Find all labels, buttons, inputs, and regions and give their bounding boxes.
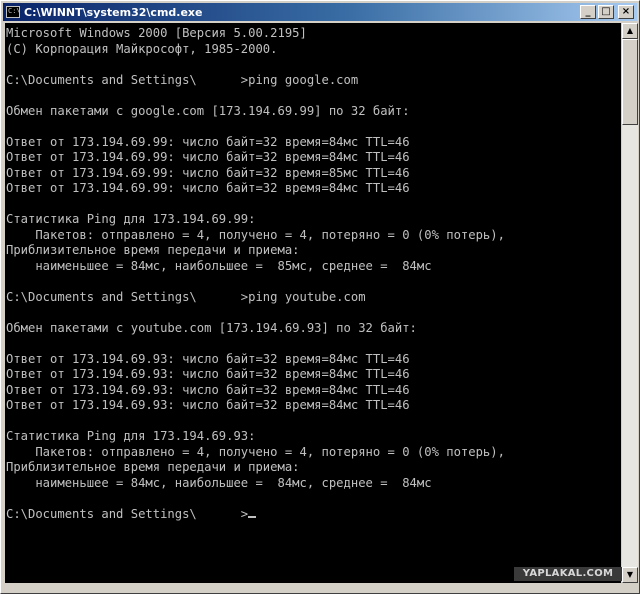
console-line: C:\Documents and Settings\ >ping google.… [6,72,359,87]
console-text: Microsoft Windows 2000 [Версия 5.00.2195… [5,23,621,522]
console-line: C:\Documents and Settings\ >ping youtube… [6,289,366,304]
console-line: Пакетов: отправлено = 4, получено = 4, п… [6,444,505,459]
scroll-down-arrow-icon[interactable]: ▼ [622,567,638,583]
console-line: Пакетов: отправлено = 4, получено = 4, п… [6,227,505,242]
console-output-area[interactable]: Microsoft Windows 2000 [Версия 5.00.2195… [5,23,621,583]
maximize-button[interactable]: □ [598,5,614,19]
console-line: Обмен пакетами с google.com [173.194.69.… [6,103,410,118]
console-line: Обмен пакетами с youtube.com [173.194.69… [6,320,417,335]
console-line: Ответ от 173.194.69.93: число байт=32 вр… [6,367,410,381]
scroll-up-arrow-icon[interactable]: ▲ [622,23,638,39]
console-line: Ответ от 173.194.69.99: число байт=32 вр… [6,181,410,195]
console-line: Приблизительное время передачи и приема: [6,243,300,257]
console-line: Ответ от 173.194.69.93: число байт=32 вр… [6,398,410,412]
console-line: C:\Documents and Settings\ > [6,506,249,521]
console-line: Ответ от 173.194.69.99: число байт=32 вр… [6,165,410,180]
cmd-icon[interactable]: C:\ [6,6,20,18]
console-line: Ответ от 173.194.69.99: число байт=32 вр… [6,134,410,149]
console-line: Ответ от 173.194.69.99: число байт=32 вр… [6,150,410,164]
vertical-scrollbar[interactable]: ▲ ▼ [622,23,638,583]
text-cursor [248,515,257,518]
scrollbar-thumb[interactable] [622,39,638,125]
window-title: C:\WINNT\system32\cmd.exe [24,5,203,19]
watermark-logo: YAPLAKAL.COM [514,567,622,581]
console-line: Ответ от 173.194.69.93: число байт=32 вр… [6,382,410,397]
console-line: Ответ от 173.194.69.93: число байт=32 вр… [6,351,410,366]
console-line: Статистика Ping для 173.194.69.99: [6,212,256,226]
console-line: Microsoft Windows 2000 [Версия 5.00.2195… [6,26,307,40]
console-line: Приблизительное время передачи и приема: [6,460,300,474]
console-line: Статистика Ping для 173.194.69.93: [6,429,256,443]
minimize-button[interactable]: _ [580,5,596,19]
title-bar[interactable]: C:\ C:\WINNT\system32\cmd.exe _ □ × [3,3,637,21]
console-line: наименьшее = 84мс, наибольшее = 85мс, ср… [6,258,432,273]
close-button[interactable]: × [618,5,634,19]
console-line: (C) Корпорация Майкрософт, 1985-2000. [6,41,278,56]
console-line: наименьшее = 84мс, наибольшее = 84мс, ср… [6,475,432,490]
console-window: C:\ C:\WINNT\system32\cmd.exe _ □ × Micr… [0,0,640,594]
